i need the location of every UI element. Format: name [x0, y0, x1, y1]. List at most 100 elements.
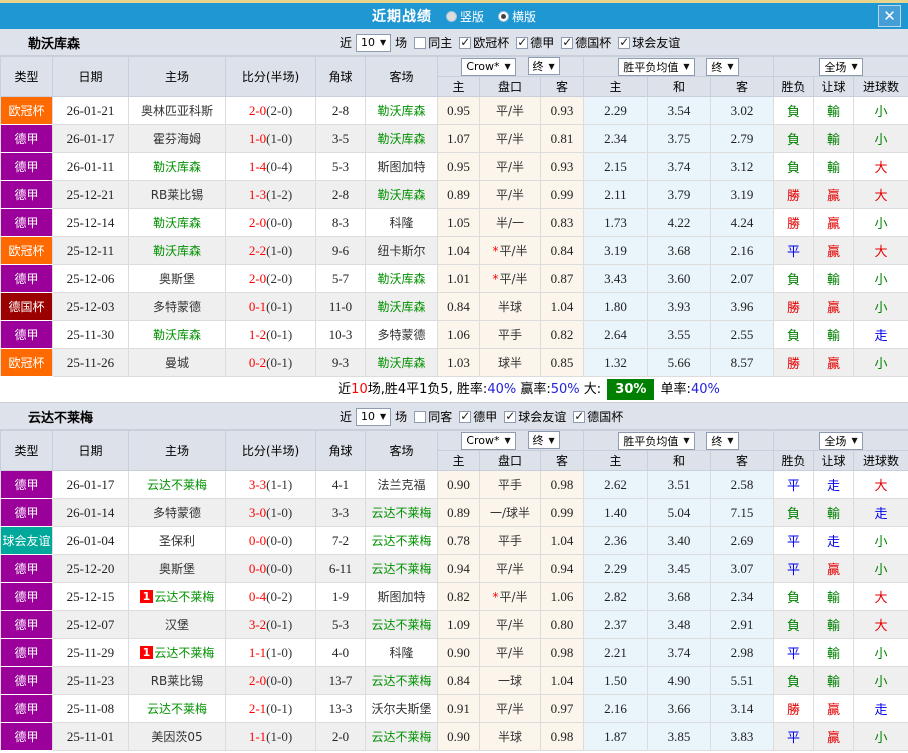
same-venue-checkbox[interactable] [414, 36, 427, 49]
avg-group-header: 胜平负均值 ▼ 终 ▼ [583, 56, 774, 77]
home-team: 奥林匹亚科斯 [128, 96, 226, 125]
corner-score: 7-2 [315, 526, 366, 555]
match-score: 3-2(0-1) [225, 610, 316, 639]
corner-score: 6-11 [315, 554, 366, 583]
sub-result-handicap: 让球 [813, 76, 854, 97]
red-card-badge: 1 [139, 646, 154, 659]
radio-vertical-label: 竖版 [459, 9, 484, 24]
bookmaker-select[interactable]: Crow* ▼ [461, 431, 516, 450]
handicap-change-star: * [492, 244, 499, 258]
match-type-badge: 德甲 [0, 264, 53, 293]
sub-result-goals: 进球数 [852, 450, 908, 471]
avg-final-select[interactable]: 终 ▼ [706, 431, 739, 450]
odds-away: 0.97 [540, 694, 584, 723]
summary-text: 10 [351, 382, 368, 397]
avg-home: 1.32 [583, 348, 648, 377]
radio-selected-icon[interactable] [498, 10, 509, 22]
team-name: 云达不莱梅 [28, 410, 94, 426]
match-count-select[interactable]: 10 ▼ [356, 407, 392, 426]
odds-home: 0.91 [437, 694, 480, 723]
bookmaker-select[interactable]: Crow* ▼ [461, 57, 516, 76]
result-wdl: 平 [773, 722, 814, 751]
match-date: 25-12-15 [52, 582, 129, 611]
match-count-select[interactable]: 10 ▼ [356, 33, 392, 52]
odds-home: 0.84 [437, 292, 480, 321]
odds-home: 1.05 [437, 208, 480, 237]
match-type-badge: 球会友谊 [0, 526, 53, 555]
avg-draw: 5.04 [647, 498, 711, 527]
home-team: 勒沃库森 [128, 320, 226, 349]
avg-away: 8.57 [710, 348, 774, 377]
sub-avg-home: 主 [583, 450, 648, 471]
odds-final-value: 终 [532, 434, 544, 448]
layout-radio-vertical[interactable]: 竖版 [438, 8, 484, 25]
avg-home: 3.43 [583, 264, 648, 293]
match-row: 德甲 25-12-14 勒沃库森 2-0(0-0) 8-3 科隆 1.05 半/一 0.83 1.… [0, 208, 908, 237]
fulltime-select[interactable]: 全场 ▼ [819, 431, 863, 450]
result-handicap: 輸 [813, 152, 854, 181]
odds-final-select[interactable]: 终 ▼ [527, 431, 560, 450]
layout-radio-horizontal[interactable]: 横版 [490, 8, 536, 25]
same-venue-checkbox[interactable] [414, 410, 427, 423]
summary-stats: 近10场,胜4平1负5, 胜率:40% 赢率:50% 大: 30% 单率:40% [0, 377, 908, 403]
team-label: 霍芬海姆 [152, 132, 201, 146]
away-team: 云达不莱梅 [365, 666, 438, 695]
avg-away: 3.96 [710, 292, 774, 321]
result-goals: 大 [852, 610, 908, 639]
col-type: 类型 [0, 56, 53, 97]
avg-select[interactable]: 胜平负均值 ▼ [618, 431, 695, 450]
odds-home: 1.06 [437, 320, 480, 349]
league-checkbox[interactable] [618, 35, 631, 49]
sub-avg-draw: 和 [647, 450, 711, 471]
result-goals: 大 [852, 236, 908, 265]
home-team: 勒沃库森 [128, 236, 226, 265]
odds-away: 0.87 [540, 264, 584, 293]
handicap: 平/半 [479, 96, 541, 125]
close-button[interactable]: ✕ [878, 5, 901, 27]
result-goals: 大 [852, 152, 908, 181]
avg-home: 2.37 [583, 610, 648, 639]
match-type-badge: 欧冠杯 [0, 96, 53, 125]
summary-text: 场,胜4平1负5, 胜率: [367, 382, 488, 397]
result-handicap: 贏 [813, 554, 854, 583]
avg-home: 1.73 [583, 208, 648, 237]
team-label: 奥林匹亚科斯 [140, 104, 213, 118]
avg-away: 2.91 [710, 610, 774, 639]
fulltime-select[interactable]: 全场 ▼ [819, 57, 863, 76]
radio-unselected-icon[interactable] [445, 10, 457, 22]
avg-home: 2.15 [583, 152, 648, 181]
odds-away: 0.81 [540, 124, 584, 153]
avg-home: 1.87 [583, 722, 648, 751]
corner-score: 2-8 [315, 96, 366, 125]
results-table-bremen: 类型 日期 主场 比分(半场) 角球 客场 Crow* ▼ 终 ▼ 胜平负均值 ▼ 终… [0, 430, 908, 751]
chevron-down-icon: ▼ [504, 62, 511, 72]
odds-final-select[interactable]: 终 ▼ [527, 57, 560, 76]
result-wdl: 負 [773, 666, 814, 695]
league-checkbox[interactable] [573, 409, 586, 423]
avg-away: 2.34 [710, 582, 774, 611]
league-checkbox[interactable] [516, 35, 529, 49]
odds-away: 0.85 [540, 348, 584, 377]
corner-score: 3-3 [315, 498, 366, 527]
league-checkbox[interactable] [504, 409, 517, 423]
match-score: 0-2(0-1) [225, 348, 316, 377]
handicap: 平手 [479, 320, 541, 349]
league-checkbox[interactable] [459, 409, 472, 423]
avg-select[interactable]: 胜平负均值 ▼ [618, 57, 695, 76]
home-team: 奥斯堡 [128, 554, 226, 583]
sub-avg-away: 客 [710, 450, 774, 471]
away-team: 纽卡斯尔 [365, 236, 438, 265]
corner-score: 10-3 [315, 320, 366, 349]
league-checkbox[interactable] [459, 35, 472, 49]
match-date: 25-12-07 [52, 610, 129, 639]
handicap: 平手 [479, 470, 541, 499]
team-label: 斯图加特 [377, 590, 426, 604]
match-type-badge: 德甲 [0, 498, 53, 527]
avg-final-select[interactable]: 终 ▼ [706, 57, 739, 76]
avg-draw: 3.54 [647, 96, 711, 125]
team-label: 奥斯堡 [158, 562, 195, 576]
summary-text: 50% [550, 382, 580, 397]
avg-value: 胜平负均值 [623, 434, 679, 448]
league-checkbox[interactable] [561, 35, 574, 49]
home-team: 1 云达不莱梅 [128, 638, 226, 667]
